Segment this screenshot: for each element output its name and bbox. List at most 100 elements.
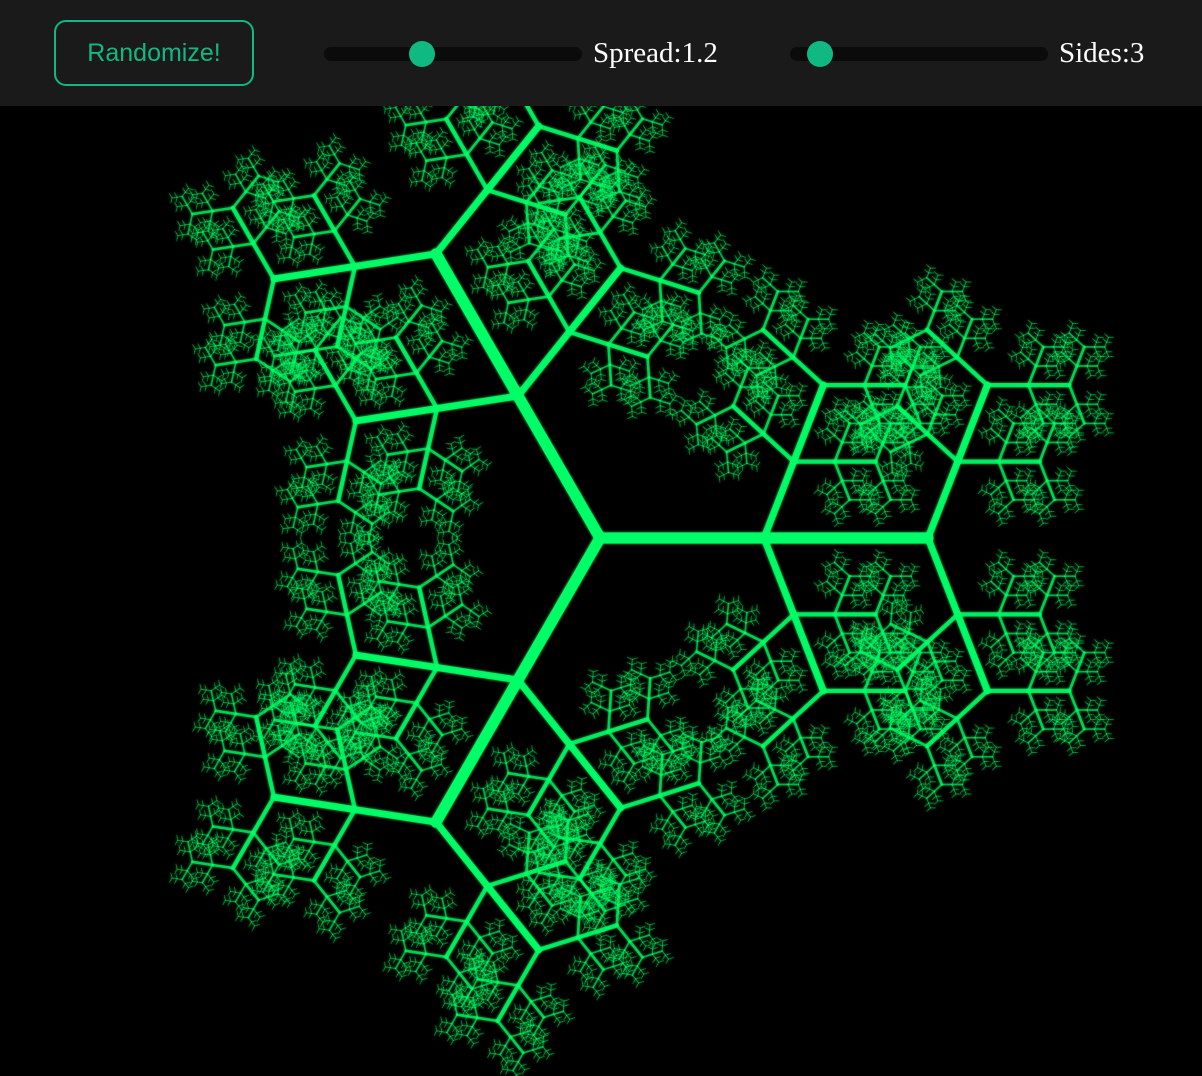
fractal-branch <box>798 675 802 681</box>
fractal-branch <box>821 562 824 566</box>
fractal-branch <box>824 411 831 415</box>
fractal-branch <box>737 451 740 455</box>
fractal-branch <box>727 739 733 743</box>
fractal-branch <box>727 719 734 723</box>
fractal-branch <box>728 743 738 752</box>
fractal-branch <box>780 672 784 675</box>
fractal-branch <box>731 419 735 425</box>
fractal-branch <box>810 324 814 328</box>
fractal-branch <box>910 422 914 429</box>
fractal-branch <box>784 743 788 747</box>
fractal-branch <box>879 357 883 360</box>
fractal-branch <box>737 650 740 654</box>
fractal-branch <box>792 762 802 772</box>
fractal-branch <box>854 582 858 585</box>
fractal-branch <box>896 663 900 666</box>
fractal-branch <box>726 649 730 653</box>
fractal-branch <box>727 437 734 442</box>
fractal-branch <box>792 404 796 411</box>
fractal-branch <box>745 611 748 624</box>
fractal-branch <box>704 399 708 403</box>
fractal-branch <box>900 486 904 489</box>
sides-slider-thumb[interactable] <box>806 41 833 67</box>
fractal-branch <box>910 637 914 640</box>
fractal-branch <box>893 394 897 401</box>
fractal-branch <box>863 727 867 731</box>
fractal-branch <box>938 720 942 724</box>
fractal-branch <box>750 699 754 703</box>
fractal-branch <box>714 610 717 614</box>
fractal-branch <box>903 467 906 470</box>
fractal-branch <box>891 390 895 394</box>
fractal-branch <box>862 467 865 470</box>
fractal-branch <box>874 587 884 597</box>
fractal-branch <box>783 307 789 311</box>
fractal-branch <box>800 399 804 406</box>
fractal-branch <box>892 606 896 609</box>
fractal-branch <box>862 510 865 514</box>
fractal-branch <box>724 748 731 752</box>
fractal-branch <box>761 790 772 800</box>
fractal-branch <box>758 393 762 396</box>
fractal-branch <box>688 650 698 660</box>
fractal-branch <box>884 414 888 418</box>
fractal-branch <box>833 561 843 571</box>
fractal-branch <box>706 423 710 427</box>
fractal-branch <box>892 491 896 495</box>
fractal-branch <box>826 310 829 314</box>
fractal-branch <box>754 771 757 774</box>
fractal-branch <box>796 671 800 675</box>
fractal-branch <box>737 465 743 469</box>
fractal-branch <box>723 600 730 605</box>
fractal-branch <box>824 482 831 486</box>
fractal-branch <box>904 727 908 731</box>
fractal-branch <box>812 727 816 734</box>
fractal-branch <box>832 519 835 523</box>
fractal-branch <box>900 562 904 566</box>
fractal-branch <box>727 471 734 475</box>
fractal-branch <box>718 444 728 453</box>
fractal-branch <box>731 610 739 613</box>
fractal-branch <box>675 418 679 421</box>
fractal-branch <box>826 568 830 571</box>
fractal-branch <box>847 722 851 726</box>
fractal-branch <box>815 325 819 328</box>
fractal-branch <box>810 349 814 352</box>
fractal-branch <box>759 734 762 737</box>
sides-label-text: Sides: <box>1059 37 1130 69</box>
spread-slider[interactable] <box>324 41 582 67</box>
fractal-branch <box>761 612 796 645</box>
fractal-branch <box>932 403 936 410</box>
fractal-branch <box>748 694 752 698</box>
fractal-branch <box>873 553 876 557</box>
fractal-branch <box>748 378 752 382</box>
fractal-branch <box>775 326 782 330</box>
fractal-branch <box>820 737 824 743</box>
fractal-branch <box>865 349 869 355</box>
fractal-branch <box>912 326 915 330</box>
fractal-branch <box>829 323 833 330</box>
fractal-branch <box>790 655 794 662</box>
fractal-branch <box>938 352 942 356</box>
fractal-branch <box>820 333 824 339</box>
fractal-branch <box>850 333 854 337</box>
fractal-branch <box>734 469 737 473</box>
fractal-branch <box>822 727 826 734</box>
randomize-button[interactable]: Randomize! <box>54 20 254 86</box>
fractal-branch <box>791 355 826 388</box>
fractal-branch <box>716 643 720 647</box>
spread-slider-track[interactable] <box>324 47 582 61</box>
fractal-branch <box>701 736 708 741</box>
fractal-branch <box>780 401 784 404</box>
fractal-branch <box>791 717 802 740</box>
fractal-branch <box>730 755 734 762</box>
fractal-branch <box>903 475 907 482</box>
fractal-branch <box>738 460 742 464</box>
sides-slider[interactable] <box>790 41 1048 67</box>
fractal-branch <box>697 680 701 684</box>
fractal-branch <box>778 652 782 656</box>
fractal-branch <box>699 387 703 391</box>
spread-slider-thumb[interactable] <box>409 41 436 67</box>
fractal-branch <box>756 621 760 625</box>
fractal-branch <box>817 330 821 333</box>
